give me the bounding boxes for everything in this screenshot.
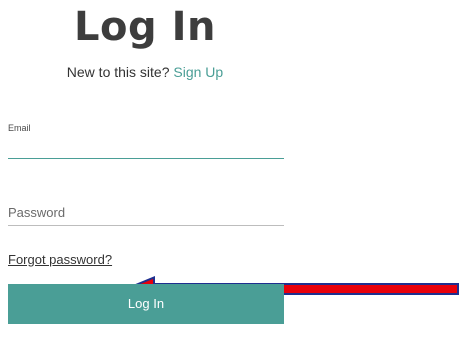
email-label: Email (8, 123, 31, 133)
forgot-password-link[interactable]: Forgot password? (8, 252, 112, 268)
signup-link[interactable]: Sign Up (173, 64, 223, 80)
signup-prompt-text: New to this site? (66, 64, 170, 80)
password-field (8, 200, 284, 228)
login-button[interactable]: Log In (8, 284, 284, 324)
signup-prompt: New to this site? Sign Up (0, 63, 290, 81)
email-field: Email (8, 122, 284, 160)
email-input[interactable] (8, 136, 284, 159)
password-input[interactable] (8, 200, 284, 226)
page-title: Log In (74, 4, 216, 50)
